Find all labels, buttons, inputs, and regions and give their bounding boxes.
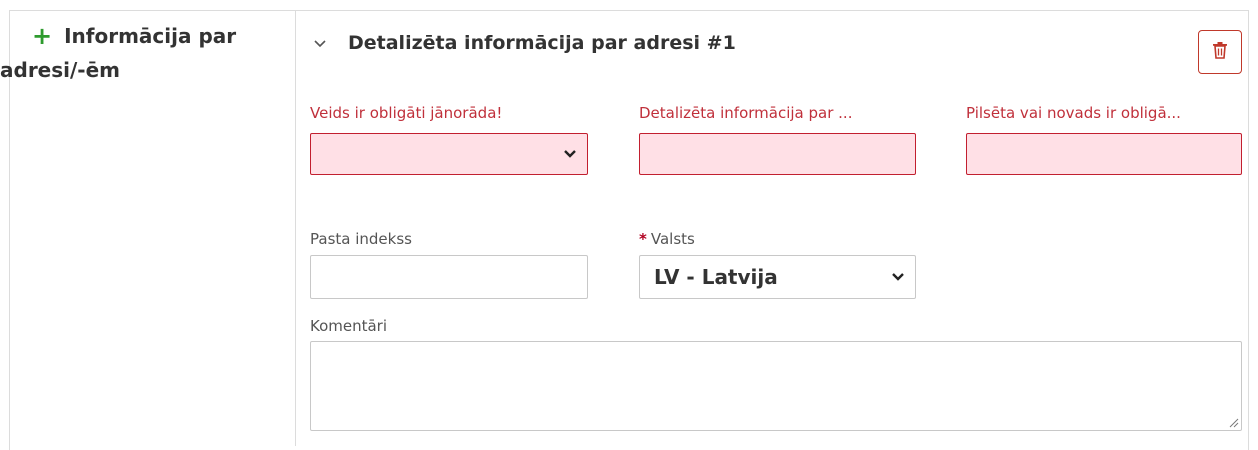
delete-address-button[interactable] [1198,30,1242,74]
plus-icon[interactable]: + [32,19,52,53]
detail-input[interactable] [639,133,916,175]
postal-code-input[interactable] [310,255,588,299]
comments-label: Komentāri [310,317,388,335]
postal-code-label: Pasta indekss [310,230,412,248]
required-mark: * [639,230,647,248]
section-title: Detalizēta informācija par adresi #1 [348,32,736,54]
type-label: Veids ir obligāti jānorāda! [310,104,503,122]
chevron-down-icon[interactable] [310,34,330,53]
type-select[interactable] [310,133,588,175]
chevron-down-icon [892,273,904,281]
trash-icon [1212,41,1228,63]
country-label: * Valsts [639,230,919,248]
comments-textarea[interactable] [310,341,1242,431]
divider [295,10,296,446]
city-label: Pilsēta vai novads ir obligā... [966,104,1181,122]
country-select-value: LV - Latvija [654,265,778,289]
detail-label: Detalizēta informācija par ... [639,104,853,122]
sidebar-section-title[interactable]: + Informācija par adresi/-ēm [0,18,290,87]
chevron-down-icon [564,150,576,158]
country-label-text: Valsts [650,230,695,248]
section-header[interactable]: Detalizēta informācija par adresi #1 [310,30,736,56]
country-select[interactable]: LV - Latvija [639,255,916,299]
city-input[interactable] [966,133,1242,175]
resize-handle-icon[interactable] [1227,416,1239,428]
